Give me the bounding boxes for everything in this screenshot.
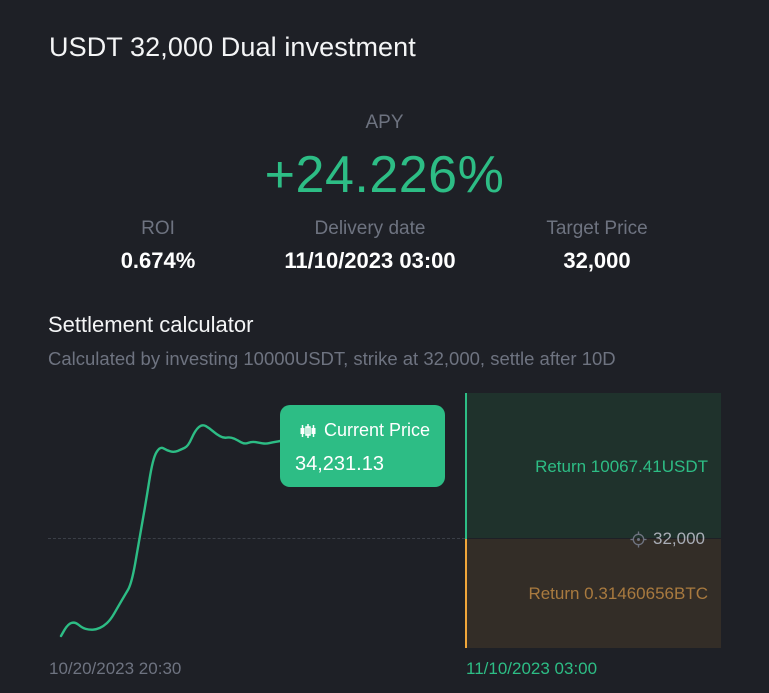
price-series-line (59, 424, 282, 638)
start-date-label: 10/20/2023 20:30 (49, 659, 182, 678)
delivery-date-axis-label: 11/10/2023 03:00 (466, 659, 598, 678)
current-price-label: Current Price (324, 420, 431, 440)
current-price-value: 34,231.13 (295, 453, 384, 475)
candlestick-icon (300, 423, 316, 438)
price-chart (59, 424, 282, 638)
current-price-tooltip: Current Price 34,231.13 (280, 405, 445, 487)
